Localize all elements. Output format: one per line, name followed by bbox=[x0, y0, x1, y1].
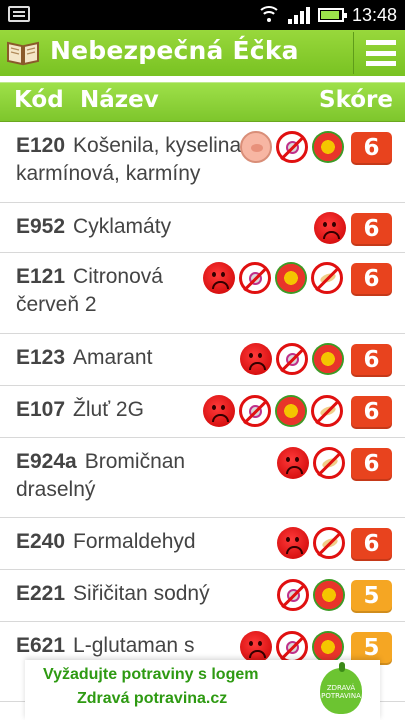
additive-name: L-glutaman s bbox=[73, 634, 195, 657]
score-badge: 6 bbox=[351, 132, 392, 165]
flower-icon bbox=[313, 579, 345, 611]
flower-icon bbox=[312, 343, 344, 375]
additive-code: E123 bbox=[16, 346, 66, 369]
additive-code: E240 bbox=[16, 530, 66, 553]
menu-icon[interactable] bbox=[366, 40, 396, 66]
sad-face-icon bbox=[240, 631, 272, 663]
list-item[interactable]: E121 Citronová červeň 2 6 bbox=[0, 253, 405, 334]
no-baby-icon bbox=[276, 343, 308, 375]
ad-banner[interactable]: Vyžadujte potraviny s logem Zdravá potra… bbox=[25, 660, 380, 720]
list-item[interactable]: E107 Žluť 2G 6 bbox=[0, 386, 405, 438]
score-badge: 5 bbox=[351, 580, 392, 613]
list-item[interactable]: E120 Košenila, kyselina karmínová, karmín… bbox=[0, 122, 405, 203]
additive-list: E120 Košenila, kyselina karmínová, karmín… bbox=[0, 122, 405, 702]
no-baby-icon bbox=[277, 579, 309, 611]
apple-logo-text: ZDRAVÁ POTRAVINA bbox=[321, 684, 361, 700]
flower-icon bbox=[312, 131, 344, 163]
additive-code: E924a bbox=[16, 450, 77, 473]
additive-name: Siřičitan sodný bbox=[73, 582, 210, 605]
no-baby-icon bbox=[276, 631, 308, 663]
list-item[interactable]: E221 Siřičitan sodný 5 bbox=[0, 570, 405, 622]
score-badge: 6 bbox=[351, 396, 392, 429]
list-item[interactable]: E240 Formaldehyd 6 bbox=[0, 518, 405, 570]
additive-code: E121 bbox=[16, 265, 66, 288]
additive-code: E621 bbox=[16, 634, 66, 657]
list-item[interactable]: E952 Cyklamáty 6 bbox=[0, 203, 405, 253]
book-logo-icon bbox=[7, 41, 39, 66]
score-badge: 6 bbox=[351, 263, 392, 296]
flower-icon bbox=[275, 395, 307, 427]
sad-face-icon bbox=[203, 262, 235, 294]
sad-face-icon bbox=[314, 212, 346, 244]
app-title: Nebezpečná Éčka bbox=[50, 36, 299, 65]
additive-code: E952 bbox=[16, 215, 66, 238]
score-badge: 6 bbox=[351, 528, 392, 561]
score-badge: 6 bbox=[351, 344, 392, 377]
pig-icon bbox=[240, 131, 272, 163]
banner-line1: Vyžadujte potraviny s logem bbox=[43, 666, 259, 683]
additive-code: E107 bbox=[16, 398, 66, 421]
app-bar: Nebezpečná Éčka bbox=[0, 30, 405, 76]
status-bar: 13:48 bbox=[0, 0, 405, 30]
additive-name: Cyklamáty bbox=[73, 215, 172, 238]
notification-icon bbox=[8, 6, 30, 22]
additive-code: E120 bbox=[16, 134, 66, 157]
no-gluten-icon bbox=[313, 447, 345, 479]
no-gluten-icon bbox=[311, 395, 343, 427]
header-code[interactable]: Kód bbox=[14, 87, 64, 113]
table-header: Kód Název Skóre bbox=[0, 82, 405, 122]
no-baby-icon bbox=[239, 262, 271, 294]
score-badge: 6 bbox=[351, 448, 392, 481]
sad-face-icon bbox=[277, 527, 309, 559]
additive-name: Žluť 2G bbox=[73, 398, 144, 421]
no-baby-icon bbox=[239, 395, 271, 427]
banner-line2: Zdravá potravina.cz bbox=[77, 690, 228, 707]
score-badge: 6 bbox=[351, 213, 392, 246]
flower-icon bbox=[312, 631, 344, 663]
list-item[interactable]: E123 Amarant 6 bbox=[0, 334, 405, 386]
sad-face-icon bbox=[240, 343, 272, 375]
additive-name: Amarant bbox=[73, 346, 153, 369]
signal-icon bbox=[287, 6, 310, 24]
flower-icon bbox=[275, 262, 307, 294]
additive-name: Formaldehyd bbox=[73, 530, 196, 553]
clock: 13:48 bbox=[351, 4, 397, 25]
header-score[interactable]: Skóre bbox=[319, 87, 393, 113]
sad-face-icon bbox=[203, 395, 235, 427]
wifi-icon bbox=[256, 6, 281, 24]
list-item[interactable]: E924a Bromičnan draselný 6 bbox=[0, 438, 405, 518]
header-name[interactable]: Název bbox=[80, 87, 159, 113]
no-baby-icon bbox=[276, 131, 308, 163]
menu-divider bbox=[353, 32, 354, 74]
apple-logo-icon: ZDRAVÁ POTRAVINA bbox=[320, 662, 362, 714]
additive-code: E221 bbox=[16, 582, 66, 605]
battery-icon bbox=[317, 8, 347, 22]
no-gluten-icon bbox=[311, 262, 343, 294]
no-gluten-icon bbox=[313, 527, 345, 559]
sad-face-icon bbox=[277, 447, 309, 479]
